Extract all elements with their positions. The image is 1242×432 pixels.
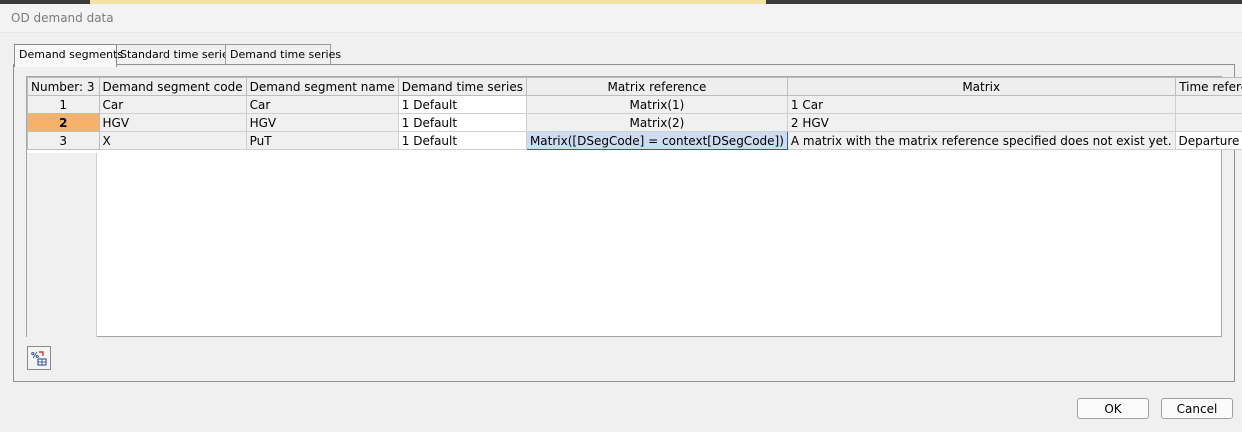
row-header-column	[27, 153, 97, 337]
ok-button[interactable]: OK	[1077, 398, 1149, 419]
tab-standard-time-series[interactable]: Standard time series	[115, 44, 234, 65]
header-name[interactable]: Demand segment name	[245, 77, 399, 96]
cell-name[interactable]: PuT	[245, 131, 399, 150]
matrix-editor-button[interactable]: %	[27, 346, 51, 370]
tab-demand-segments[interactable]: Demand segments	[14, 44, 123, 67]
cell-matrix[interactable]: 2 HGV	[786, 113, 1176, 132]
cell-code[interactable]: Car	[98, 95, 247, 114]
title-bar: OD demand data	[0, 4, 1242, 33]
cell-time-reference[interactable]	[1174, 113, 1242, 132]
header-time-series[interactable]: Demand time series	[397, 77, 527, 96]
row-number[interactable]: 1	[27, 95, 100, 114]
header-matrix-reference[interactable]: Matrix reference	[525, 77, 788, 96]
cell-time-reference[interactable]: Departure time	[1174, 131, 1242, 150]
window-title: OD demand data	[11, 11, 114, 25]
matrix-percent-icon: %	[31, 351, 47, 366]
cell-matrix-reference[interactable]: Matrix(1)	[525, 95, 788, 114]
cell-name[interactable]: Car	[245, 95, 399, 114]
header-matrix[interactable]: Matrix	[786, 77, 1176, 96]
tab-panel: Number: 3 Demand segment code Demand seg…	[13, 64, 1242, 382]
row-number-selected[interactable]: 2	[27, 113, 100, 132]
header-code[interactable]: Demand segment code	[98, 77, 247, 96]
header-time-reference[interactable]: Time reference	[1174, 77, 1242, 96]
row-number[interactable]: 3	[27, 131, 100, 150]
header-number[interactable]: Number: 3	[27, 77, 100, 96]
cell-time-series[interactable]: 1 Default	[397, 113, 527, 132]
cell-code[interactable]: X	[98, 131, 247, 150]
cell-time-series[interactable]: 1 Default	[397, 95, 527, 114]
header-row: Number: 3 Demand segment code Demand seg…	[27, 77, 1242, 96]
table-row[interactable]: 1 Car Car 1 Default Matrix(1) 1 Car	[27, 95, 1242, 114]
cell-matrix[interactable]: A matrix with the matrix reference speci…	[786, 131, 1176, 150]
table-row[interactable]: 3 X PuT 1 Default Matrix([DSegCode] = co…	[27, 131, 1242, 150]
cell-name[interactable]: HGV	[245, 113, 399, 132]
tab-demand-time-series[interactable]: Demand time series	[225, 44, 341, 65]
cell-code[interactable]: HGV	[98, 113, 247, 132]
cell-matrix-reference[interactable]: Matrix(2)	[525, 113, 788, 132]
demand-segments-grid[interactable]: Number: 3 Demand segment code Demand seg…	[26, 76, 1242, 337]
cell-time-reference[interactable]	[1174, 95, 1242, 114]
table-row[interactable]: 2 HGV HGV 1 Default Matrix(2) 2 HGV	[27, 113, 1242, 132]
grid-table: Number: 3 Demand segment code Demand seg…	[27, 77, 1242, 150]
cell-matrix[interactable]: 1 Car	[786, 95, 1176, 114]
cell-matrix-reference-selected[interactable]: Matrix([DSegCode] = context[DSegCode])	[525, 131, 788, 150]
cell-time-series[interactable]: 1 Default	[397, 131, 527, 150]
cancel-button[interactable]: Cancel	[1161, 398, 1233, 419]
